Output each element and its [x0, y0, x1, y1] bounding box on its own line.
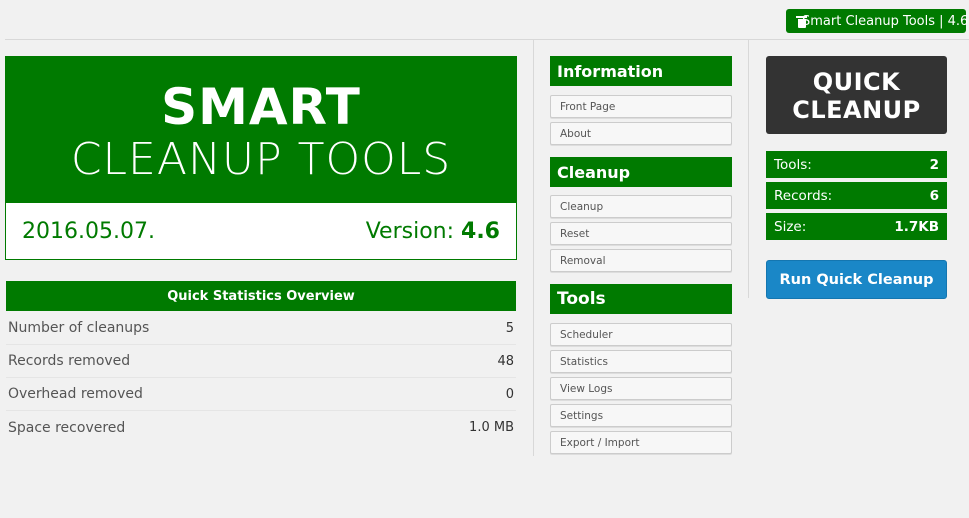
menu-item-export-import[interactable]: Export / Import: [550, 431, 732, 454]
menu-item-view-logs[interactable]: View Logs: [550, 377, 732, 400]
column-divider: [748, 40, 749, 298]
summary-label: Size:: [774, 218, 807, 235]
quick-cleanup-tile[interactable]: QUICK CLEANUP: [766, 56, 947, 134]
stats-title: Quick Statistics Overview: [6, 281, 516, 311]
summary-size: Size: 1.7KB: [766, 213, 947, 240]
summary-label: Records:: [774, 187, 833, 204]
summary-label: Tools:: [774, 156, 812, 173]
menu-item-removal[interactable]: Removal: [550, 249, 732, 272]
stat-row: Records removed 48: [6, 345, 516, 378]
version-info: Version: 4.6: [366, 219, 500, 244]
quick-cleanup-line2: CLEANUP: [792, 96, 921, 124]
stat-label: Number of cleanups: [8, 320, 150, 336]
stat-label: Space recovered: [8, 419, 126, 436]
menu-item-front-page[interactable]: Front Page: [550, 95, 732, 118]
stat-value: 48: [497, 353, 514, 369]
summary-value: 6: [929, 187, 939, 204]
release-date: 2016.05.07.: [22, 218, 155, 244]
stat-label: Overhead removed: [8, 386, 143, 402]
menu-item-reset[interactable]: Reset: [550, 222, 732, 245]
version-label: Version:: [365, 218, 455, 244]
summary-value: 2: [929, 156, 939, 173]
stat-value: 0: [505, 386, 514, 402]
stat-value: 5: [505, 320, 514, 336]
hero-title-smart: SMART: [161, 78, 361, 136]
run-quick-cleanup-button[interactable]: Run Quick Cleanup: [766, 260, 947, 299]
menu-heading-cleanup: Cleanup: [550, 157, 732, 187]
header-divider: [5, 39, 969, 40]
stat-value: 1.0 MB: [469, 420, 514, 435]
menu-heading-tools: Tools: [550, 284, 732, 314]
menu-heading-information: Information: [550, 56, 732, 86]
stat-row: Number of cleanups 5: [6, 312, 516, 345]
plugin-badge-label: Smart Cleanup Tools | 4.6: [802, 13, 969, 29]
stat-row: Overhead removed 0: [6, 378, 516, 411]
menu-item-about[interactable]: About: [550, 122, 732, 145]
summary-records: Records: 6: [766, 182, 947, 209]
stats-list: Number of cleanups 5 Records removed 48 …: [6, 312, 516, 444]
menu-item-scheduler[interactable]: Scheduler: [550, 323, 732, 346]
stat-label: Records removed: [8, 353, 131, 369]
hero-title-cleanup-tools: CLEANUP TOOLS: [70, 134, 452, 185]
quick-cleanup-line1: QUICK: [812, 68, 901, 96]
plugin-badge[interactable]: Smart Cleanup Tools | 4.6: [786, 9, 969, 33]
hero-logo: SMART CLEANUP TOOLS: [6, 57, 516, 203]
menu-item-statistics[interactable]: Statistics: [550, 350, 732, 373]
menu-item-settings[interactable]: Settings: [550, 404, 732, 427]
stat-row: Space recovered 1.0 MB: [6, 411, 516, 444]
summary-tools: Tools: 2: [766, 151, 947, 178]
hero-info-bar: 2016.05.07. Version: 4.6: [6, 203, 516, 259]
version-number: 4.6: [461, 218, 500, 244]
hero-panel: SMART CLEANUP TOOLS 2016.05.07. Version:…: [5, 56, 517, 260]
summary-value: 1.7KB: [894, 218, 939, 235]
column-divider: [533, 40, 534, 456]
menu-item-cleanup[interactable]: Cleanup: [550, 195, 732, 218]
